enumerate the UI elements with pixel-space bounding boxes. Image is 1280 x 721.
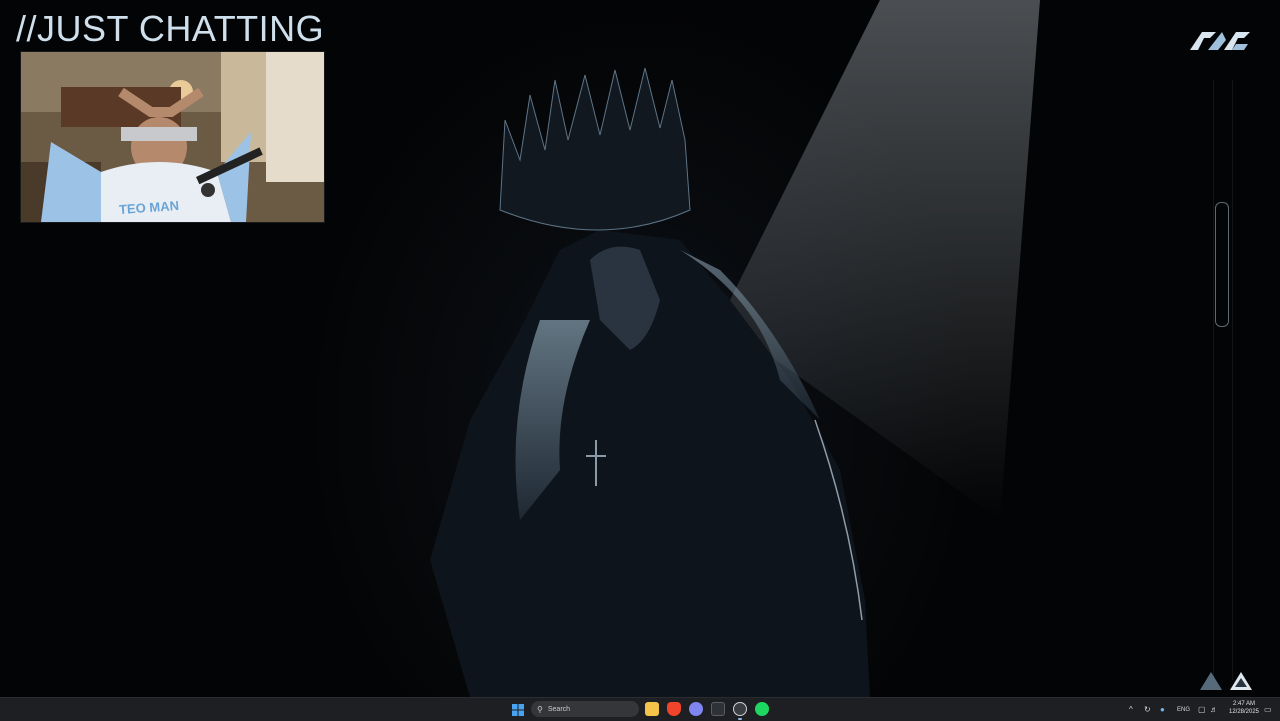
clock-time: 2:47 AM	[1232, 701, 1255, 707]
webcam-feed: TEO MAN	[20, 51, 325, 223]
stream-logo-icon	[1188, 24, 1252, 63]
discord-icon[interactable]	[689, 702, 703, 716]
taskbar-clock[interactable]: 2:47 AM 12/28/2025	[1226, 700, 1262, 716]
tray-overflow-chevron[interactable]: ^	[1129, 701, 1133, 718]
network-icon[interactable]: ▢	[1198, 701, 1206, 718]
stream-category-title: //JUST CHATTING	[16, 8, 325, 49]
terminal-icon[interactable]	[711, 702, 725, 716]
brave-browser-icon[interactable]	[667, 702, 681, 716]
language-indicator[interactable]: ENG	[1177, 701, 1190, 718]
microphone-icon[interactable]: ●	[1160, 701, 1165, 718]
triangle-filled-icon	[1228, 670, 1254, 697]
overlay-side-track	[1213, 80, 1233, 680]
spotify-icon[interactable]	[755, 702, 769, 716]
taskbar-search[interactable]: ⚲ Search	[531, 701, 639, 717]
volume-icon[interactable]: ♬	[1210, 701, 1218, 718]
overlay-side-thumb	[1215, 202, 1229, 327]
obs-icon[interactable]	[733, 702, 747, 716]
taskbar: ⚲ Search ^ ↻ ● ENG ▢ ♬ 2:47 AM 12/28/202…	[0, 697, 1280, 721]
search-placeholder: Search	[547, 705, 571, 713]
windows-start-icon[interactable]	[511, 701, 525, 718]
triangle-outline-icon	[1198, 670, 1224, 697]
file-explorer-icon[interactable]	[645, 702, 659, 716]
search-icon: ⚲	[537, 704, 543, 714]
clock-date: 12/28/2025	[1228, 709, 1260, 715]
sync-icon[interactable]: ↻	[1144, 701, 1151, 718]
notification-icon[interactable]: ▭	[1264, 701, 1272, 718]
